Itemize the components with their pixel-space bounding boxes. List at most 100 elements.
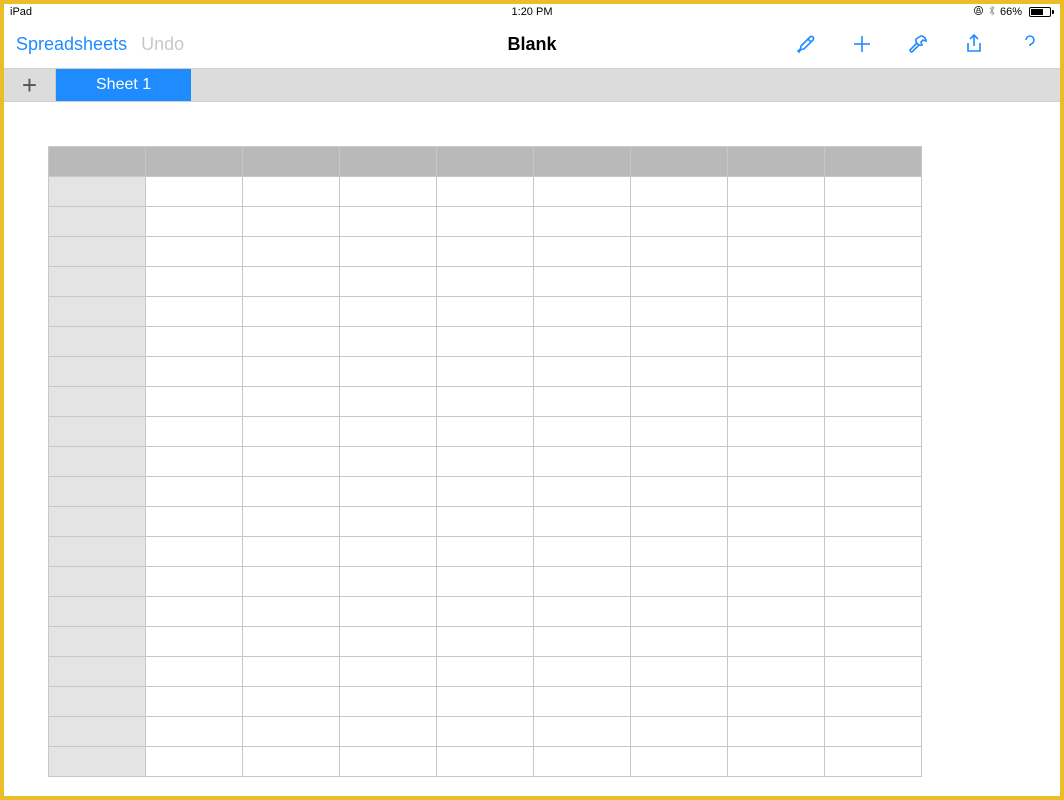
cell[interactable] xyxy=(534,447,631,477)
row-header[interactable] xyxy=(49,447,146,477)
cell[interactable] xyxy=(534,657,631,687)
cell[interactable] xyxy=(437,237,534,267)
cell[interactable] xyxy=(728,237,825,267)
cell[interactable] xyxy=(437,447,534,477)
cell[interactable] xyxy=(631,357,728,387)
cell[interactable] xyxy=(146,297,243,327)
cell[interactable] xyxy=(631,507,728,537)
cell[interactable] xyxy=(243,327,340,357)
cell[interactable] xyxy=(825,627,922,657)
cell[interactable] xyxy=(243,357,340,387)
cell[interactable] xyxy=(631,267,728,297)
cell[interactable] xyxy=(825,477,922,507)
column-header[interactable] xyxy=(534,147,631,177)
wrench-icon[interactable] xyxy=(906,32,930,56)
cell[interactable] xyxy=(534,417,631,447)
cell[interactable] xyxy=(825,177,922,207)
cell[interactable] xyxy=(728,597,825,627)
cell[interactable] xyxy=(340,417,437,447)
cell[interactable] xyxy=(728,417,825,447)
paintbrush-icon[interactable] xyxy=(794,32,818,56)
cell[interactable] xyxy=(340,477,437,507)
cell[interactable] xyxy=(534,237,631,267)
share-icon[interactable] xyxy=(962,32,986,56)
cell[interactable] xyxy=(534,747,631,777)
cell[interactable] xyxy=(340,687,437,717)
cell[interactable] xyxy=(146,267,243,297)
row-header[interactable] xyxy=(49,597,146,627)
row-header[interactable] xyxy=(49,477,146,507)
column-header[interactable] xyxy=(437,147,534,177)
cell[interactable] xyxy=(340,267,437,297)
cell[interactable] xyxy=(243,477,340,507)
cell[interactable] xyxy=(728,447,825,477)
cell[interactable] xyxy=(631,477,728,507)
sheet-tab-active[interactable]: Sheet 1 xyxy=(56,69,191,101)
cell[interactable] xyxy=(146,657,243,687)
cell[interactable] xyxy=(437,627,534,657)
cell[interactable] xyxy=(243,267,340,297)
cell[interactable] xyxy=(243,657,340,687)
cell[interactable] xyxy=(631,717,728,747)
cell[interactable] xyxy=(437,567,534,597)
back-button[interactable]: Spreadsheets xyxy=(16,34,127,55)
grid-corner[interactable] xyxy=(49,147,146,177)
column-header[interactable] xyxy=(631,147,728,177)
cell[interactable] xyxy=(825,717,922,747)
cell[interactable] xyxy=(825,597,922,627)
cell[interactable] xyxy=(340,387,437,417)
cell[interactable] xyxy=(146,207,243,237)
cell[interactable] xyxy=(243,747,340,777)
cell[interactable] xyxy=(340,447,437,477)
cell[interactable] xyxy=(437,267,534,297)
cell[interactable] xyxy=(728,537,825,567)
cell[interactable] xyxy=(534,297,631,327)
row-header[interactable] xyxy=(49,297,146,327)
cell[interactable] xyxy=(728,297,825,327)
cell[interactable] xyxy=(146,387,243,417)
cell[interactable] xyxy=(728,327,825,357)
row-header[interactable] xyxy=(49,417,146,447)
cell[interactable] xyxy=(728,207,825,237)
cell[interactable] xyxy=(534,717,631,747)
cell[interactable] xyxy=(340,657,437,687)
cell[interactable] xyxy=(146,237,243,267)
cell[interactable] xyxy=(534,567,631,597)
cell[interactable] xyxy=(146,327,243,357)
cell[interactable] xyxy=(631,417,728,447)
cell[interactable] xyxy=(631,537,728,567)
cell[interactable] xyxy=(340,357,437,387)
cell[interactable] xyxy=(534,597,631,627)
cell[interactable] xyxy=(437,417,534,447)
cell[interactable] xyxy=(825,417,922,447)
cell[interactable] xyxy=(631,237,728,267)
cell[interactable] xyxy=(243,177,340,207)
cell[interactable] xyxy=(825,657,922,687)
column-header[interactable] xyxy=(728,147,825,177)
plus-icon[interactable] xyxy=(850,32,874,56)
row-header[interactable] xyxy=(49,357,146,387)
cell[interactable] xyxy=(631,627,728,657)
cell[interactable] xyxy=(340,507,437,537)
cell[interactable] xyxy=(534,627,631,657)
cell[interactable] xyxy=(146,567,243,597)
cell[interactable] xyxy=(825,327,922,357)
row-header[interactable] xyxy=(49,537,146,567)
cell[interactable] xyxy=(728,177,825,207)
cell[interactable] xyxy=(631,597,728,627)
cell[interactable] xyxy=(243,417,340,447)
spreadsheet-grid[interactable] xyxy=(48,146,922,777)
cell[interactable] xyxy=(340,747,437,777)
row-header[interactable] xyxy=(49,327,146,357)
cell[interactable] xyxy=(243,537,340,567)
row-header[interactable] xyxy=(49,627,146,657)
cell[interactable] xyxy=(534,477,631,507)
column-header[interactable] xyxy=(825,147,922,177)
cell[interactable] xyxy=(825,267,922,297)
cell[interactable] xyxy=(825,507,922,537)
cell[interactable] xyxy=(243,387,340,417)
cell[interactable] xyxy=(728,507,825,537)
cell[interactable] xyxy=(534,357,631,387)
cell[interactable] xyxy=(340,237,437,267)
cell[interactable] xyxy=(534,687,631,717)
